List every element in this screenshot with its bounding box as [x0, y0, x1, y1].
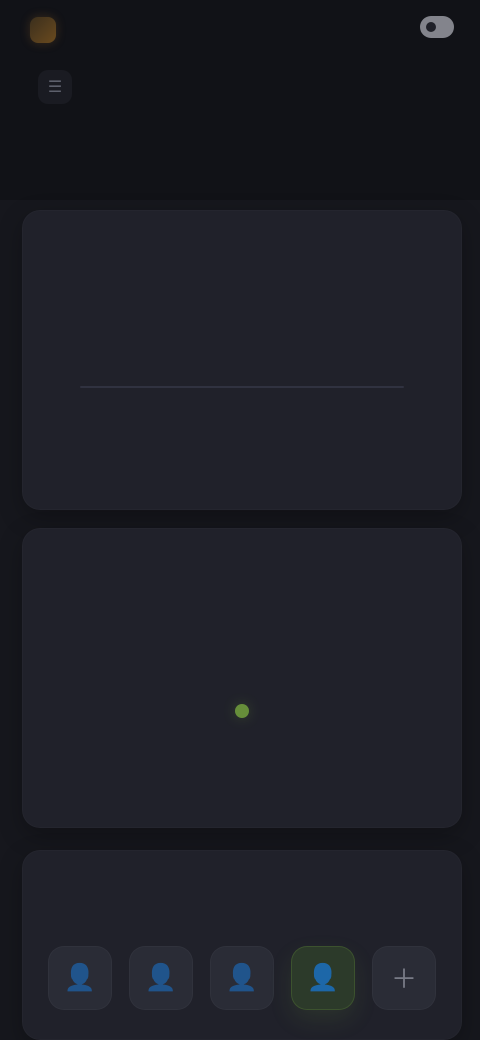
user-icon: 👤 — [306, 961, 340, 992]
person-chip-3[interactable]: 👤 — [210, 946, 274, 1010]
person-chip-2[interactable]: 👤 — [129, 946, 193, 1010]
status-dot-icon — [235, 704, 249, 718]
summary-empty-state — [80, 350, 404, 410]
brand[interactable] — [30, 14, 66, 46]
top-bar: ☰ — [0, 0, 480, 200]
header-actions — [406, 16, 454, 38]
app-logo-icon — [30, 17, 56, 43]
plus-icon: ＋ — [390, 963, 417, 994]
user-icon: 👤 — [63, 961, 97, 992]
status-card — [22, 528, 462, 828]
menu-icon: ☰ — [47, 79, 63, 96]
summary-divider — [80, 386, 404, 388]
status-indicator — [224, 693, 260, 729]
add-person-button[interactable]: ＋ — [372, 946, 436, 1010]
account-toggle[interactable] — [420, 16, 454, 38]
menu-button[interactable]: ☰ — [38, 70, 72, 104]
person-chip-1[interactable]: 👤 — [48, 946, 112, 1010]
user-icon: 👤 — [144, 961, 178, 992]
person-chip-active[interactable]: 👤 — [291, 946, 355, 1010]
app-root: ☰ 👤 👤 👤 👤 ＋ — [0, 0, 480, 1040]
people-row: 👤 👤 👤 👤 ＋ — [48, 936, 436, 1020]
user-icon: 👤 — [225, 961, 259, 992]
summary-card — [22, 210, 462, 510]
people-card: 👤 👤 👤 👤 ＋ — [22, 850, 462, 1040]
